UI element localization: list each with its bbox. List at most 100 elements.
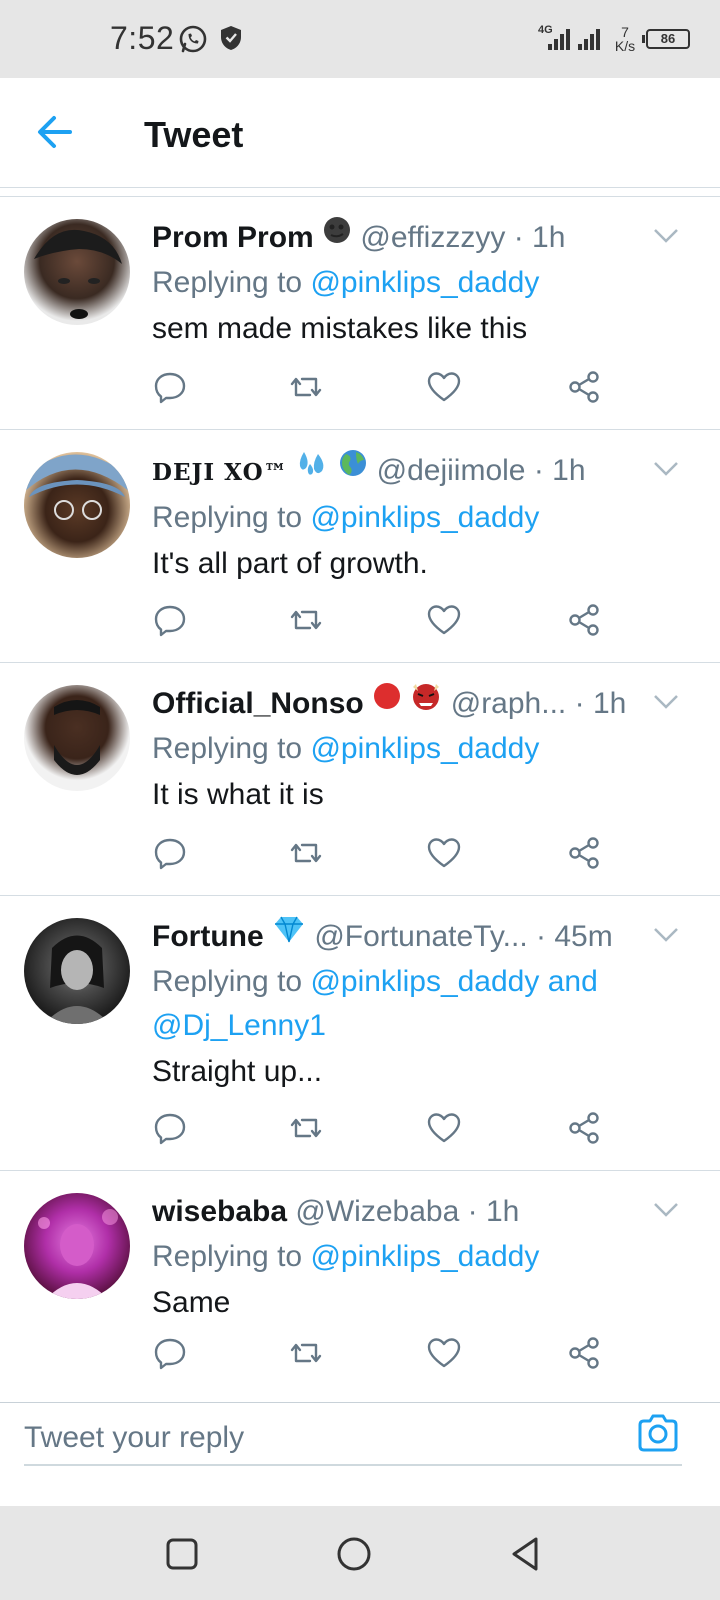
replying-to: Replying to @pinklips_daddy [152,496,692,540]
handle[interactable]: @dejiimole [377,454,526,487]
gem-emoji [272,914,306,958]
globe-emoji [338,448,368,492]
status-time: 7:52 [110,20,175,56]
like-heart-icon[interactable] [426,369,462,405]
reply-input[interactable] [24,1411,604,1465]
replying-prefix: Replying to [152,501,311,534]
reply-icon[interactable] [152,369,188,405]
handle[interactable]: @FortunateTy... [314,920,527,953]
timestamp: 1h [532,221,566,254]
tweet[interactable]: Official_Nonso @raph... · 1h Replying to… [0,663,720,896]
share-icon[interactable] [566,369,602,405]
tweet-actions [152,369,632,409]
avatar[interactable] [24,918,130,1024]
display-name[interactable]: wisebaba [152,1195,287,1228]
reply-icon[interactable] [152,835,188,871]
like-heart-icon[interactable] [426,1335,462,1371]
retweet-icon[interactable] [288,1335,324,1371]
timestamp: 1h [552,454,586,487]
tweet-header: Prom Prom @effizzzyy · 1h [152,215,652,261]
mention-link[interactable]: @pinklips_daddy and [310,965,597,998]
header: Tweet [0,78,720,188]
avatar[interactable] [24,219,130,325]
network-speed: 7 K/s [612,25,638,53]
retweet-icon[interactable] [288,602,324,638]
tweet-header: wisebaba @Wizebaba · 1h [152,1189,652,1235]
replying-to: Replying to @pinklips_daddy [152,1235,692,1279]
share-icon[interactable] [566,835,602,871]
chevron-down-icon[interactable] [652,693,680,711]
display-name[interactable]: Prom Prom [152,221,314,254]
avatar[interactable] [24,1193,130,1299]
shield-icon [221,26,241,50]
display-name[interactable]: Official_Nonso [152,687,364,720]
back-triangle-icon[interactable] [506,1534,546,1574]
tweet-content: DEJI XO™ @dejiimole · 1h Replying to @pi… [152,448,692,588]
red-circle-emoji [372,681,402,725]
chevron-down-icon[interactable] [652,227,680,245]
signal-4g-icon: 4G [538,24,570,52]
status-indicators: 4G 7 K/s 86 [538,22,690,56]
reply-icon[interactable] [152,1110,188,1146]
camera-icon[interactable] [636,1413,680,1453]
tweet-actions [152,1335,632,1375]
mention-link[interactable]: @pinklips_daddy [310,1240,539,1273]
mention-link[interactable]: @pinklips_daddy [310,266,539,299]
tweet-header: Fortune @FortunateTy... · 45m [152,914,652,960]
tweet-text: It is what it is [152,778,324,811]
handle[interactable]: @raph... [451,687,567,720]
signal-icon [576,26,604,52]
tweet[interactable]: Prom Prom @effizzzyy · 1h Replying to @p… [0,197,720,430]
display-name[interactable]: DEJI XO™ [152,459,288,486]
chevron-down-icon[interactable] [652,460,680,478]
battery-icon: 86 [642,29,690,49]
replying-prefix: Replying to [152,965,311,998]
back-arrow-icon[interactable] [30,110,80,154]
share-icon[interactable] [566,1335,602,1371]
tweet-actions [152,835,632,875]
retweet-icon[interactable] [288,835,324,871]
tweet-text: Same [152,1286,231,1319]
avatar[interactable] [24,452,130,558]
tweet-text: Straight up... [152,1055,323,1088]
timestamp: 1h [592,687,627,720]
name-emoji [296,448,330,492]
reply-icon[interactable] [152,1335,188,1371]
chevron-down-icon[interactable] [652,926,680,944]
tweet[interactable]: DEJI XO™ @dejiimole · 1h Replying to @pi… [0,430,720,663]
retweet-icon[interactable] [288,1110,324,1146]
speed-value: 7 [621,24,629,40]
like-heart-icon[interactable] [426,1110,462,1146]
mention-link[interactable]: @pinklips_daddy [310,732,539,765]
home-icon[interactable] [334,1534,374,1574]
like-heart-icon[interactable] [426,835,462,871]
separator-dot: · [467,1195,478,1228]
tweet-text: sem made mistakes like this [152,312,528,345]
avatar[interactable] [24,685,130,791]
reply-icon[interactable] [152,602,188,638]
speed-unit: K/s [614,38,636,54]
mention-link[interactable]: @Dj_Lenny1 [152,1009,326,1042]
share-icon[interactable] [566,602,602,638]
handle[interactable]: @Wizebaba [295,1195,459,1228]
network-type: 4G [538,24,553,36]
chevron-down-icon[interactable] [652,1201,680,1219]
replying-to-extra: @Dj_Lenny1 [152,1004,692,1048]
status-bar: 7:52 4G 7 K/s 86 [0,0,720,78]
share-icon[interactable] [566,1110,602,1146]
tweet-header: Official_Nonso @raph... · 1h [152,681,652,727]
like-heart-icon[interactable] [426,602,462,638]
whatsapp-icon [179,25,207,53]
page-title: Tweet [144,114,244,155]
tweet[interactable]: wisebaba @Wizebaba · 1h Replying to @pin… [0,1171,720,1402]
tweet[interactable]: Fortune @FortunateTy... · 45m Replying t… [0,896,720,1171]
timestamp: 1h [485,1195,520,1228]
retweet-icon[interactable] [288,369,324,405]
mention-link[interactable]: @pinklips_daddy [310,501,539,534]
recent-apps-icon[interactable] [162,1534,202,1574]
reply-feed[interactable]: Prom Prom @effizzzyy · 1h Replying to @p… [0,196,720,1402]
handle[interactable]: @effizzzyy [360,221,505,254]
display-name[interactable]: Fortune [152,920,264,953]
tweet-content: Official_Nonso @raph... · 1h Replying to… [152,681,692,819]
name-emoji [322,215,352,259]
